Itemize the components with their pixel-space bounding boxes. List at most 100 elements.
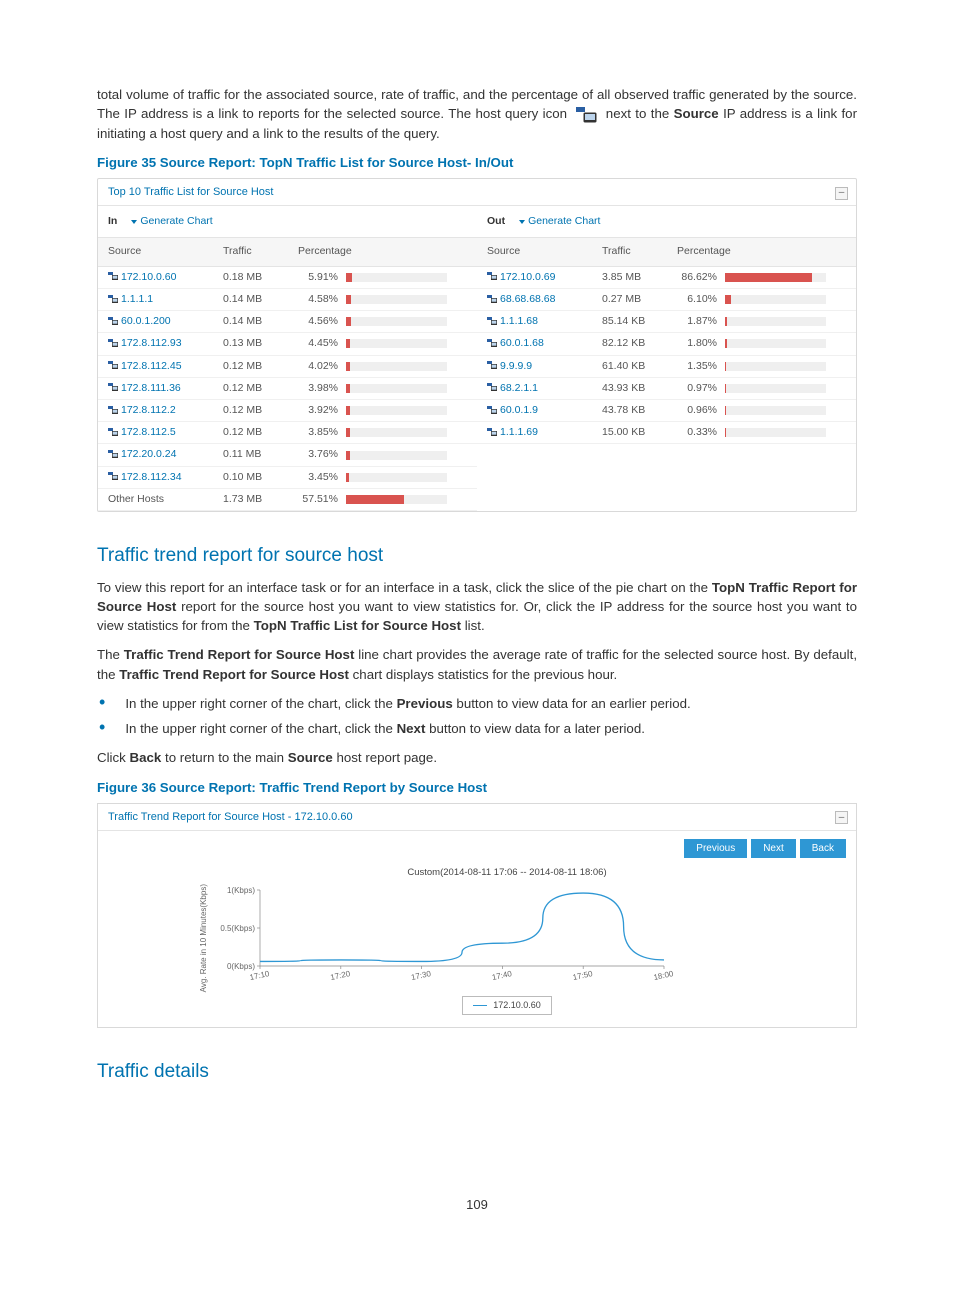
pct-value: 3.76%: [298, 447, 346, 462]
panel-35-title: Top 10 Traffic List for Source Host: [108, 185, 273, 201]
table-row: 172.8.112.20.12 MB3.92%: [98, 400, 477, 422]
pct-bar: [346, 317, 447, 326]
figure-36-caption: Figure 36 Source Report: Traffic Trend R…: [97, 778, 857, 797]
ip-link[interactable]: 1.1.1.68: [500, 315, 538, 327]
heading-traffic-details: Traffic details: [97, 1058, 857, 1086]
traffic-value: 61.40 KB: [602, 359, 677, 374]
intro-source-bold: Source: [674, 106, 719, 121]
ip-link[interactable]: 68.68.68.68: [500, 293, 555, 305]
host-query-icon[interactable]: [108, 428, 117, 437]
host-query-icon[interactable]: [108, 472, 117, 481]
in-label: In: [108, 214, 117, 229]
pct-value: 86.62%: [677, 270, 725, 285]
svg-text:1(Kbps): 1(Kbps): [227, 886, 255, 895]
minimize-button[interactable]: –: [835, 187, 848, 200]
col-source: Source: [487, 244, 602, 259]
host-query-icon[interactable]: [487, 361, 496, 370]
host-query-icon[interactable]: [487, 428, 496, 437]
ip-link[interactable]: 60.0.1.200: [121, 315, 171, 327]
table-row: 60.0.1.9 43.78 KB0.96%: [477, 400, 856, 422]
table-row: 1.1.1.6915.00 KB0.33%: [477, 422, 856, 444]
host-query-icon[interactable]: [108, 383, 117, 392]
ip-link[interactable]: 172.8.111.36: [121, 382, 181, 394]
table-row: 1.1.1.10.14 MB4.58%: [98, 289, 477, 311]
ip-link[interactable]: 9.9.9.9: [500, 360, 532, 372]
in-generate-chart-link[interactable]: Generate Chart: [131, 214, 212, 229]
ip-link[interactable]: 60.0.1.68: [500, 337, 544, 349]
pct-value: 1.87%: [677, 314, 725, 329]
host-query-icon[interactable]: [487, 339, 496, 348]
ip-link[interactable]: 172.8.112.2: [121, 404, 176, 416]
table-row: 68.68.68.680.27 MB6.10%: [477, 289, 856, 311]
ip-link[interactable]: 172.8.112.45: [121, 360, 182, 372]
ip-link[interactable]: 172.8.112.5: [121, 426, 176, 438]
trend-p1: To view this report for an interface tas…: [97, 578, 857, 636]
traffic-value: 15.00 KB: [602, 425, 677, 440]
host-query-icon[interactable]: [108, 272, 117, 281]
pct-value: 0.96%: [677, 403, 725, 418]
table-row: 172.10.0.693.85 MB86.62%: [477, 267, 856, 289]
traffic-value: 43.78 KB: [602, 403, 677, 418]
ip-link[interactable]: 172.10.0.69: [500, 271, 555, 283]
previous-button[interactable]: Previous: [684, 839, 747, 858]
host-query-icon[interactable]: [487, 295, 496, 304]
table-row: 172.8.112.50.12 MB3.85%: [98, 422, 477, 444]
ip-link[interactable]: 68.2.1.1: [500, 382, 538, 394]
host-query-icon[interactable]: [487, 317, 496, 326]
col-source: Source: [108, 244, 223, 259]
table-row: 172.8.112.340.10 MB3.45%: [98, 467, 477, 489]
pct-bar: [725, 339, 826, 348]
host-query-icon[interactable]: [108, 295, 117, 304]
minimize-button[interactable]: –: [835, 811, 848, 824]
host-query-icon[interactable]: [108, 450, 117, 459]
intro-text-b: next to the: [606, 106, 674, 121]
back-button[interactable]: Back: [800, 839, 846, 858]
traffic-value: 0.12 MB: [223, 359, 298, 374]
ip-link[interactable]: 172.8.112.34: [121, 471, 182, 483]
ip-link[interactable]: 1.1.1.1: [121, 293, 153, 305]
traffic-value: 0.13 MB: [223, 336, 298, 351]
ip-link[interactable]: 172.10.0.60: [121, 271, 176, 283]
panel-36-title: Traffic Trend Report for Source Host - 1…: [108, 810, 353, 826]
ip-link[interactable]: 1.1.1.69: [500, 426, 538, 438]
pct-value: 5.91%: [298, 270, 346, 285]
traffic-value: 82.12 KB: [602, 336, 677, 351]
ip-link[interactable]: 172.20.0.24: [121, 448, 176, 460]
svg-text:0.5(Kbps): 0.5(Kbps): [220, 924, 255, 933]
pct-value: 1.80%: [677, 336, 725, 351]
host-query-icon[interactable]: [108, 339, 117, 348]
pct-value: 3.85%: [298, 425, 346, 440]
host-query-icon[interactable]: [108, 361, 117, 370]
host-query-icon[interactable]: [487, 272, 496, 281]
next-button[interactable]: Next: [751, 839, 796, 858]
pct-bar: [725, 362, 826, 371]
traffic-value: 0.18 MB: [223, 270, 298, 285]
host-query-icon[interactable]: [487, 383, 496, 392]
col-percentage: Percentage: [298, 244, 467, 259]
table-row: 172.8.112.930.13 MB4.45%: [98, 333, 477, 355]
pct-bar: [346, 273, 447, 282]
host-query-icon[interactable]: [108, 317, 117, 326]
pct-value: 3.98%: [298, 381, 346, 396]
figure-35-caption: Figure 35 Source Report: TopN Traffic Li…: [97, 153, 857, 172]
pct-value: 4.56%: [298, 314, 346, 329]
pct-bar: [346, 451, 447, 460]
col-traffic: Traffic: [223, 244, 298, 259]
out-generate-chart-link[interactable]: Generate Chart: [519, 214, 600, 229]
ip-link[interactable]: 60.0.1.9: [500, 404, 538, 416]
traffic-value: 0.12 MB: [223, 381, 298, 396]
col-traffic: Traffic: [602, 244, 677, 259]
other-hosts-label: Other Hosts: [108, 492, 223, 507]
figure-36-panel: Traffic Trend Report for Source Host - 1…: [97, 803, 857, 1028]
list-item: •In the upper right corner of the chart,…: [97, 694, 857, 713]
chart-title: Custom(2014-08-11 17:06 -- 2014-08-11 18…: [198, 866, 816, 880]
pct-value: 1.35%: [677, 359, 725, 374]
host-query-icon[interactable]: [487, 406, 496, 415]
pct-bar: [346, 384, 447, 393]
pct-bar: [346, 339, 447, 348]
trend-p2: The Traffic Trend Report for Source Host…: [97, 645, 857, 684]
ip-link[interactable]: 172.8.112.93: [121, 337, 182, 349]
out-label: Out: [487, 214, 505, 229]
host-query-icon[interactable]: [108, 406, 117, 415]
table-row: 60.0.1.68 82.12 KB1.80%: [477, 333, 856, 355]
